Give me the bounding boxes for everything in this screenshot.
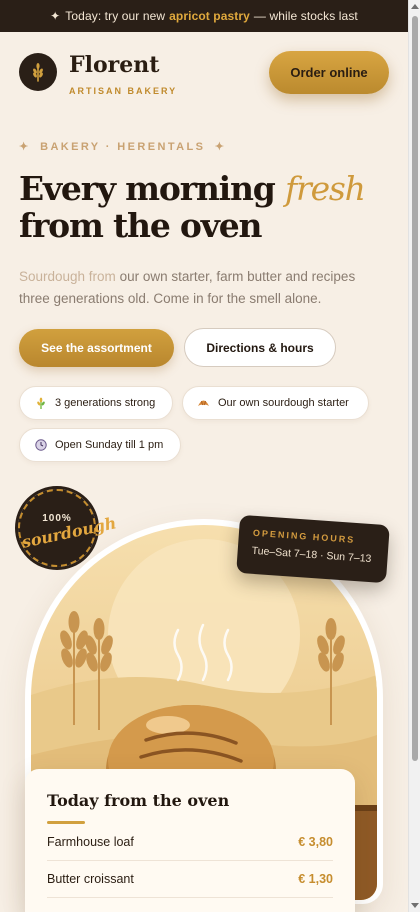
menu-item-price: € 1,30 xyxy=(298,872,333,886)
scroll-up-icon[interactable] xyxy=(411,4,419,9)
eyebrow-text: BAKERY · HERENTALS xyxy=(40,141,206,153)
sparkle-icon: ✦ xyxy=(214,141,227,153)
location-eyebrow: ✦ BAKERY · HERENTALS ✦ xyxy=(19,140,226,153)
menu-title: Today from the oven xyxy=(47,791,230,810)
brand-name[interactable]: Florent xyxy=(69,52,159,78)
brand-tagline: ARTISAN BAKERY xyxy=(69,86,178,96)
scrollbar-thumb[interactable] xyxy=(412,16,418,761)
croissant-icon xyxy=(197,397,210,410)
badge-label: 3 generations strong xyxy=(55,397,156,409)
promo-prefix: Today: try our new xyxy=(65,9,166,23)
see-assortment-button[interactable]: See the assortment xyxy=(19,329,174,367)
directions-hours-button[interactable]: Directions & hours xyxy=(184,328,336,367)
hero-title: Every morning fresh from the oven xyxy=(19,170,399,244)
clock-icon xyxy=(34,439,47,452)
wheat-icon xyxy=(34,397,47,410)
today-menu-card: Today from the oven Farmhouse loaf € 3,8… xyxy=(25,769,355,912)
menu-item-name: Butter croissant xyxy=(47,872,134,886)
menu-item[interactable]: Farmhouse loaf € 3,80 xyxy=(47,824,333,861)
sourdough-badge: 100% sourdough xyxy=(15,486,118,570)
promo-highlight[interactable]: apricot pastry xyxy=(169,9,250,23)
scrollbar[interactable] xyxy=(408,0,420,912)
badge-label: Open Sunday till 1 pm xyxy=(55,439,164,451)
promo-banner: ✦ Today: try our new apricot pastry — wh… xyxy=(0,0,408,32)
opening-hours-card[interactable]: OPENING HOURS Tue–Sat 7–18 · Sun 7–13 xyxy=(236,514,390,584)
sparkle-icon: ✦ xyxy=(19,141,31,153)
badge-generations: 3 generations strong xyxy=(19,386,173,420)
sparkle-icon: ✦ xyxy=(50,9,61,23)
badge-sourdough-starter: Our own sourdough starter xyxy=(182,386,369,420)
hero-intro: Sourdough from our own starter, farm but… xyxy=(19,266,369,310)
promo-suffix: — while stocks last xyxy=(253,9,358,23)
badge-sunday: Open Sunday till 1 pm xyxy=(19,428,181,462)
hours-label: OPENING HOURS xyxy=(252,527,356,545)
menu-item[interactable]: Butter croissant € 1,30 xyxy=(47,861,333,898)
hero-title-part1: Every morning xyxy=(19,169,276,208)
order-online-button[interactable]: Order online xyxy=(269,51,389,94)
hero-title-accent: fresh xyxy=(284,169,366,208)
intro-lead: Sourdough from xyxy=(19,269,116,284)
badge-label: Our own sourdough starter xyxy=(218,397,349,409)
hero-title-part2: from the oven xyxy=(19,206,262,245)
scroll-down-icon[interactable] xyxy=(411,903,419,908)
wheat-icon xyxy=(33,63,43,82)
menu-item-price: € 3,80 xyxy=(298,835,333,849)
hours-value: Tue–Sat 7–18 · Sun 7–13 xyxy=(251,544,372,566)
menu-item-name: Farmhouse loaf xyxy=(47,835,134,849)
logo[interactable] xyxy=(19,53,57,91)
